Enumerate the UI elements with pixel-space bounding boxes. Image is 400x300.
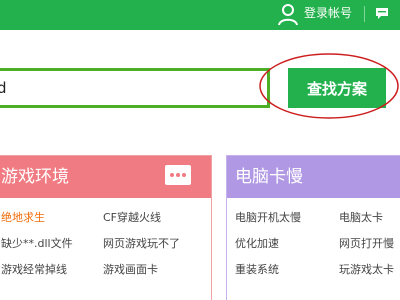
card-game-environment: 游戏环境 绝地求生 CF穿越火线 缺少**.dll文件 网页游戏玩不了 游戏经常… xyxy=(0,155,212,300)
card-header: 电脑卡慢 xyxy=(227,156,400,198)
list-item[interactable]: 电脑开机太慢 xyxy=(235,211,301,225)
search-button[interactable]: 查找方案 xyxy=(288,68,386,108)
search-box xyxy=(0,68,270,108)
card-header: 游戏环境 xyxy=(0,156,211,198)
card-slow-computer: 电脑卡慢 电脑开机太慢 电脑太卡 优化加速 网页打开慢 重装系统 玩游戏太卡 xyxy=(226,155,400,300)
list-item[interactable]: 电脑太卡 xyxy=(339,211,383,225)
user-icon[interactable] xyxy=(278,4,298,26)
login-link[interactable]: 登录帐号 xyxy=(304,6,352,20)
list-item[interactable]: 网页打开慢 xyxy=(339,237,394,251)
search-input[interactable] xyxy=(0,71,267,105)
list-item[interactable]: 绝地求生 xyxy=(1,211,45,225)
chat-bubble-icon[interactable] xyxy=(376,8,388,19)
list-item[interactable]: 优化加速 xyxy=(235,237,279,251)
card-title: 电脑卡慢 xyxy=(235,167,303,187)
list-item[interactable]: 重装系统 xyxy=(235,263,279,277)
card-title: 游戏环境 xyxy=(1,167,69,187)
top-bar: 登录帐号 xyxy=(0,0,400,30)
list-item[interactable]: 玩游戏太卡 xyxy=(339,263,394,277)
list-item[interactable]: CF穿越火线 xyxy=(103,211,161,225)
more-button[interactable] xyxy=(165,165,191,185)
list-item[interactable]: 游戏画面卡 xyxy=(103,263,158,277)
list-item[interactable]: 游戏经常掉线 xyxy=(1,263,67,277)
list-item[interactable]: 网页游戏玩不了 xyxy=(103,237,180,251)
list-item[interactable]: 缺少**.dll文件 xyxy=(1,237,73,251)
divider xyxy=(364,6,365,22)
